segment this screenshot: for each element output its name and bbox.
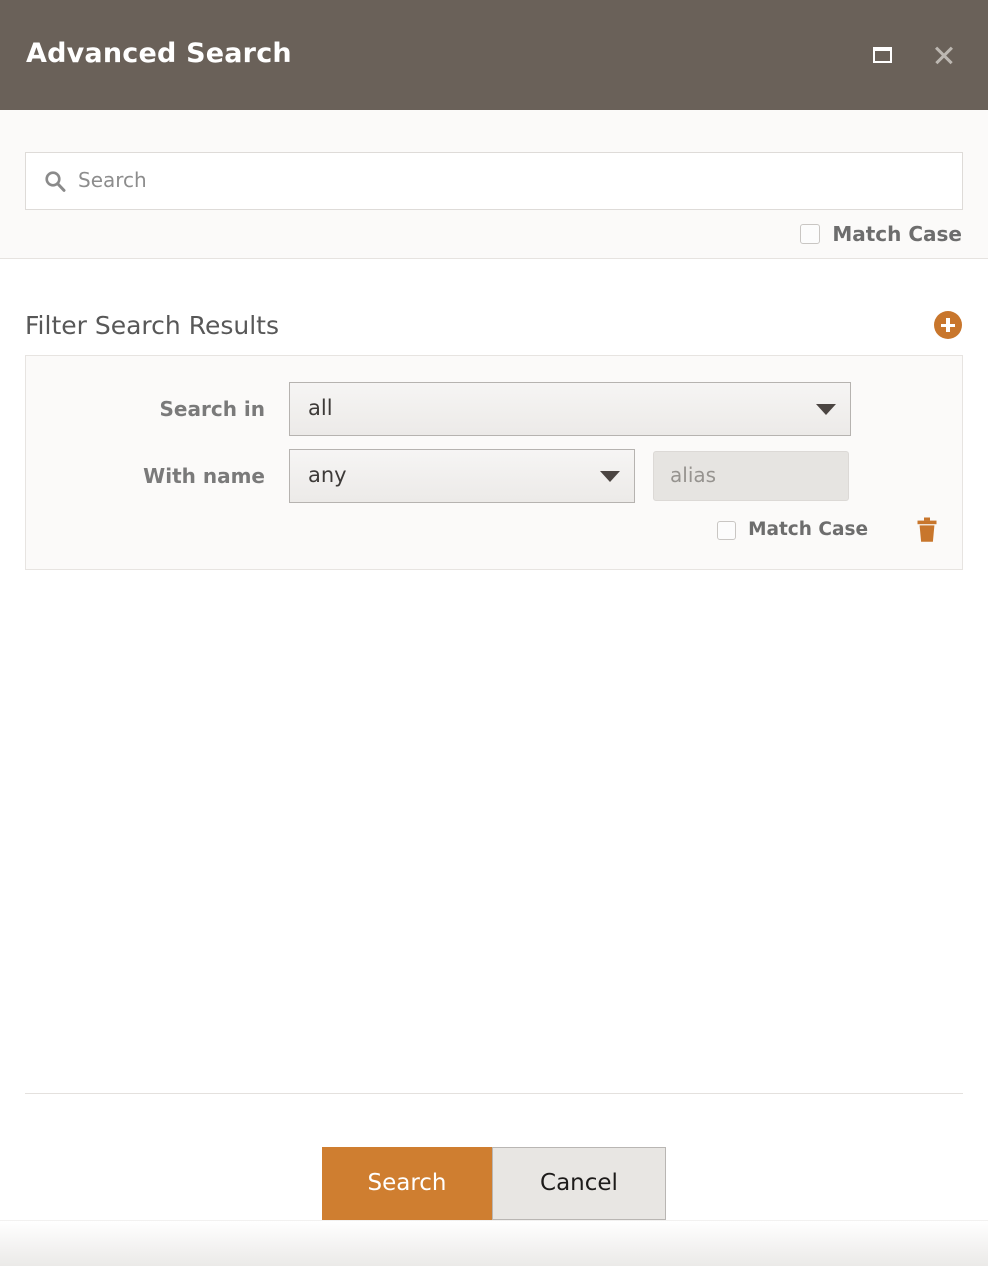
window-titlebar: Advanced Search (0, 0, 988, 110)
close-button[interactable] (930, 41, 958, 69)
match-case-filter-label: Match Case (748, 521, 868, 540)
chevron-down-icon (816, 404, 836, 415)
close-icon (933, 44, 955, 66)
add-filter-button[interactable] (934, 311, 962, 339)
alias-input-placeholder: alias (670, 465, 716, 487)
search-in-select[interactable]: all (289, 382, 851, 436)
search-in-label: Search in (26, 399, 289, 419)
match-case-filter-checkbox[interactable] (717, 521, 736, 540)
window-controls (868, 41, 962, 69)
filter-section-title: Filter Search Results (25, 313, 279, 338)
with-name-select[interactable]: any (289, 449, 635, 503)
delete-filter-button[interactable] (916, 517, 938, 543)
cancel-button[interactable]: Cancel (492, 1147, 666, 1220)
maximize-button[interactable] (868, 41, 896, 69)
filter-row-options: Match Case (26, 517, 962, 543)
window-title: Advanced Search (26, 40, 868, 71)
footer-actions: Search Cancel (25, 1094, 963, 1220)
search-in-value: all (308, 398, 806, 421)
match-case-global-label: Match Case (832, 224, 962, 244)
search-input-placeholder: Search (78, 170, 147, 192)
dialog-body: Filter Search Results Search in all With… (0, 259, 988, 1220)
advanced-search-dialog: Advanced Search Search Match Case Filter (0, 0, 988, 1266)
search-input[interactable]: Search (25, 152, 963, 210)
filter-row: With name any alias (26, 449, 962, 503)
filter-row: Search in all (26, 382, 962, 436)
maximize-icon (873, 47, 892, 63)
filter-panel: Search in all With name any alias (25, 355, 963, 570)
search-icon (44, 170, 66, 192)
window-bottom-strip (0, 1220, 988, 1266)
match-case-global-checkbox[interactable] (800, 224, 820, 244)
alias-input[interactable]: alias (653, 451, 849, 501)
search-panel: Search Match Case (0, 110, 988, 259)
with-name-value: any (308, 465, 590, 488)
filter-header: Filter Search Results (25, 259, 963, 355)
search-button[interactable]: Search (322, 1147, 492, 1220)
match-case-global[interactable]: Match Case (25, 224, 963, 244)
body-spacer (25, 570, 963, 1093)
chevron-down-icon (600, 471, 620, 482)
with-name-label: With name (26, 466, 289, 486)
